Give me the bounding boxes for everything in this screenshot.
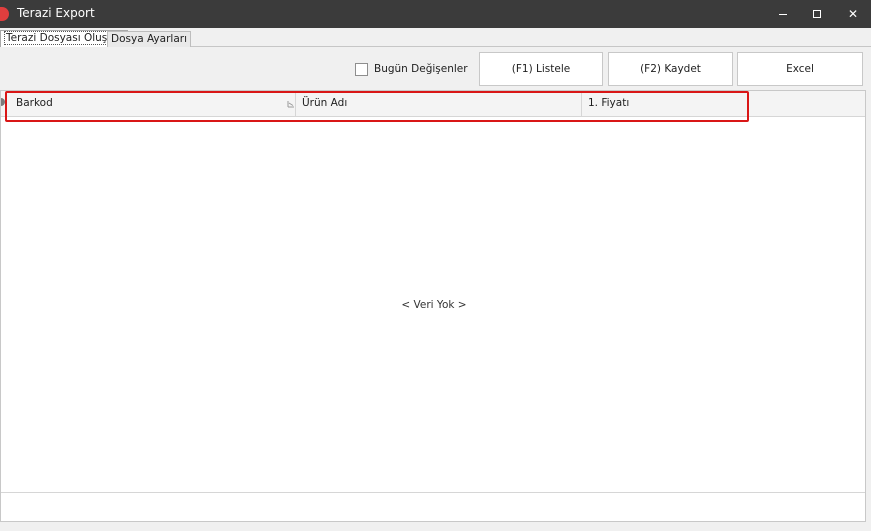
kaydet-button[interactable]: (F2) Kaydet <box>608 52 733 86</box>
title-bar: Terazi Export ✕ <box>0 0 871 28</box>
status-strip <box>0 522 871 531</box>
maximize-icon <box>813 10 821 18</box>
empty-grid-message: < Veri Yok > <box>401 299 467 311</box>
maximize-button[interactable] <box>800 0 834 28</box>
bugun-degisenler-checkbox[interactable] <box>355 62 368 76</box>
tab-dosya-ayarlari[interactable]: Dosya Ayarları <box>107 31 191 47</box>
tab-label: Dosya Ayarları <box>111 33 187 45</box>
bugun-degisenler-checkbox-group[interactable]: Bugün Değişenler <box>355 62 468 76</box>
toolbar: Bugün Değişenler (F1) Listele (F2) Kayde… <box>0 47 871 90</box>
listele-button[interactable]: (F1) Listele <box>479 52 603 86</box>
excel-button[interactable]: Excel <box>737 52 863 86</box>
window-title: Terazi Export <box>17 6 95 20</box>
data-grid: Barkod Ürün Adı 1. Fiyatı < Veri Yok > <box>0 90 866 522</box>
close-button[interactable]: ✕ <box>836 0 870 28</box>
header-highlight-box <box>5 91 749 122</box>
bugun-degisenler-label[interactable]: Bugün Değişenler <box>374 63 468 75</box>
close-icon: ✕ <box>847 7 859 21</box>
tab-strip: Terazi Dosyası Oluştur Dosya Ayarları <box>0 28 871 48</box>
grid-footer <box>1 492 865 521</box>
app-logo-icon <box>0 7 9 21</box>
minimize-button[interactable] <box>766 0 800 28</box>
right-edge-strip <box>866 90 871 531</box>
minimize-icon <box>779 13 787 15</box>
